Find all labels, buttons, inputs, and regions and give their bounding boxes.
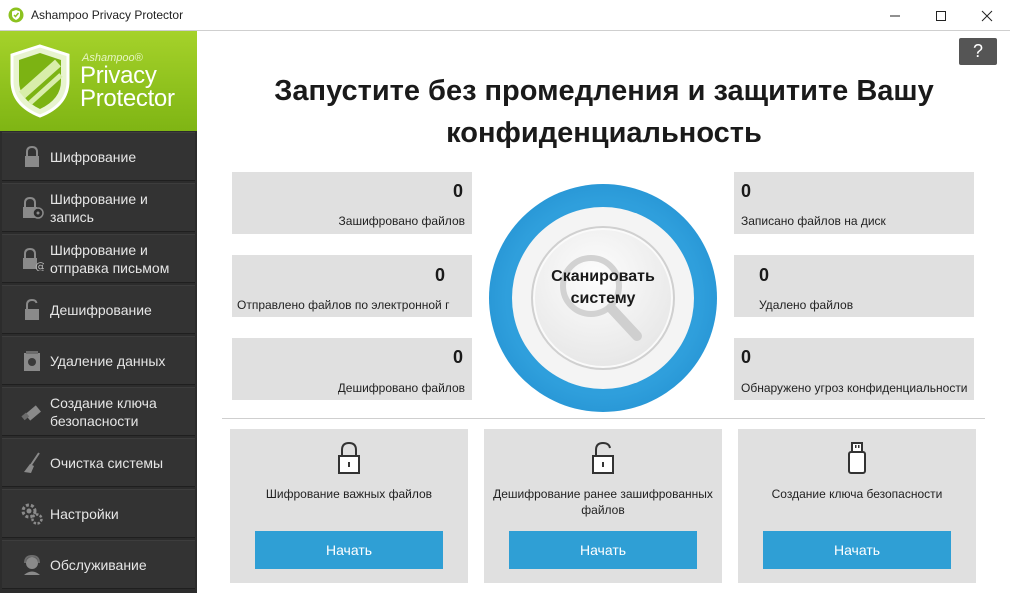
- close-icon: [981, 10, 993, 21]
- stat-decrypted-files: 0 Дешифровано файлов: [232, 338, 472, 400]
- sidebar-item-encrypt-mail[interactable]: @ Шифрование и отправка письмом: [2, 234, 195, 283]
- brand-line-2: Protector: [80, 85, 175, 112]
- stat-deleted-files: 0 Удалено файлов: [734, 255, 974, 317]
- lock-disc-icon: [23, 196, 44, 219]
- sidebar-item-system-cleanup[interactable]: Очистка системы: [2, 438, 195, 487]
- card-decrypt-files: Дешифрование ранее зашифрованных файлов …: [484, 429, 722, 583]
- minimize-icon: [890, 15, 900, 16]
- stat-encrypted-files: 0 Зашифровано файлов: [232, 172, 472, 234]
- app-shield-icon: [8, 7, 24, 23]
- sidebar-item-decryption[interactable]: Дешифрование: [2, 285, 195, 334]
- maximize-icon: [936, 10, 946, 21]
- close-button[interactable]: [964, 0, 1010, 31]
- stat-burned-files: 0 Записано файлов на диск: [734, 172, 974, 234]
- usb-key-icon: [21, 405, 41, 421]
- shield-logo-icon: [10, 44, 70, 118]
- sidebar-item-data-deletion[interactable]: Удаление данных: [2, 336, 195, 385]
- card-security-key: Создание ключа безопасности Начать: [738, 429, 976, 583]
- minimize-button[interactable]: [872, 0, 918, 31]
- stat-privacy-threats: 0 Обнаружено угроз конфиденциальности: [734, 338, 974, 400]
- title-bar: Ashampoo Privacy Protector: [0, 0, 1010, 31]
- section-divider: [222, 418, 985, 419]
- svg-text:@: @: [35, 260, 44, 271]
- start-security-key-button[interactable]: Начать: [763, 531, 951, 569]
- usb-key-icon: [848, 442, 866, 474]
- shredder-icon: [24, 351, 40, 371]
- start-decrypt-button[interactable]: Начать: [509, 531, 697, 569]
- support-icon: [24, 554, 40, 575]
- card-encrypt-files: Шифрование важных файлов Начать: [230, 429, 468, 583]
- lock-mail-icon: @: [23, 247, 44, 271]
- help-button[interactable]: ?: [959, 38, 997, 65]
- lock-icon: [25, 145, 39, 167]
- sidebar-item-settings[interactable]: Настройки: [2, 489, 195, 538]
- stat-emailed-files: 0 Отправлено файлов по электронной г: [232, 255, 472, 317]
- gears-icon: [21, 503, 43, 525]
- page-title: Запустите без промедления и защитите Ваш…: [274, 75, 934, 149]
- start-encrypt-button[interactable]: Начать: [255, 531, 443, 569]
- maximize-button[interactable]: [918, 0, 964, 31]
- sidebar: Ashampoo® Privacy Protector Шифрование Ш…: [0, 31, 197, 593]
- sidebar-item-encryption[interactable]: Шифрование: [2, 132, 195, 181]
- unlock-icon: [25, 298, 39, 320]
- brand-logo: Ashampoo® Privacy Protector: [0, 31, 197, 131]
- sidebar-item-encrypt-burn[interactable]: Шифрование и запись: [2, 183, 195, 232]
- window-title: Ashampoo Privacy Protector: [31, 8, 184, 22]
- lock-icon: [338, 441, 360, 474]
- scan-system-label: Сканировать систему: [551, 268, 655, 307]
- unlock-icon: [592, 441, 614, 474]
- sidebar-item-security-key[interactable]: Создание ключа безопасности: [2, 387, 195, 436]
- sidebar-item-maintenance[interactable]: Обслуживание: [2, 540, 195, 589]
- broom-icon: [24, 452, 40, 473]
